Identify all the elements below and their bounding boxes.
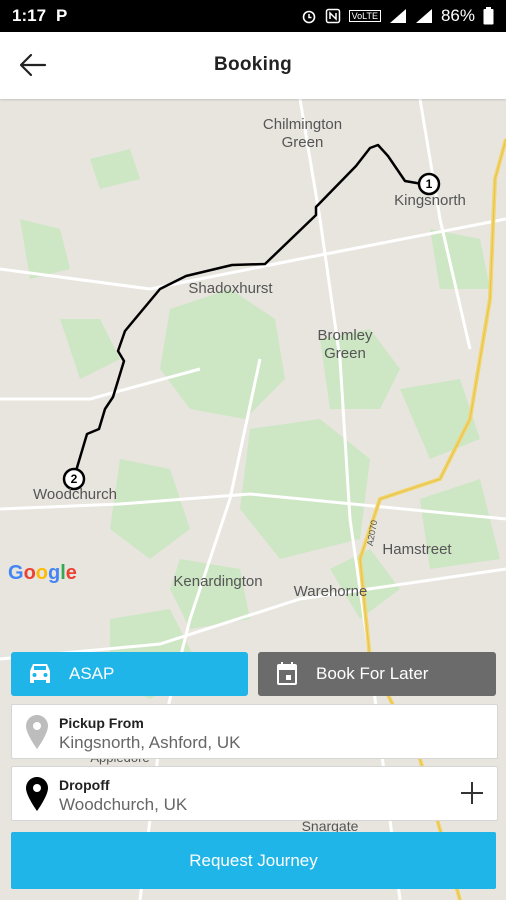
car-icon [30, 664, 50, 683]
place-kingsnorth: Kingsnorth [394, 192, 466, 209]
signal-icon [389, 9, 406, 23]
request-journey-button[interactable]: Request Journey [11, 832, 496, 889]
add-stop-icon[interactable] [459, 780, 485, 806]
status-time: 1:17 [12, 6, 47, 25]
app-bar: Booking [0, 32, 506, 99]
app-notification-icon: P [56, 6, 68, 25]
battery-level: 86% [440, 6, 475, 25]
page-title: Booking [213, 54, 293, 75]
status-bar: 1:17 P VoLTE 86% [0, 0, 506, 32]
place-woodchurch: Woodchurch [33, 486, 117, 503]
pickup-label: Pickup From [59, 715, 144, 731]
pickup-value: Kingsnorth, Ashford, UK [59, 733, 241, 752]
dropoff-field[interactable]: Dropoff Woodchurch, UK [11, 766, 498, 821]
battery-icon [483, 7, 494, 25]
signal-icon-2 [415, 9, 432, 23]
dropoff-label: Dropoff [59, 777, 110, 793]
place-hamstreet: Hamstreet [382, 541, 452, 558]
nfc-icon [325, 8, 340, 24]
dropoff-value: Woodchurch, UK [59, 795, 188, 814]
volte-badge: VoLTE [348, 10, 381, 22]
place-shadoxhurst: Shadoxhurst [188, 280, 273, 297]
asap-label: ASAP [69, 664, 115, 683]
status-icons: VoLTE 86% [301, 6, 494, 26]
place-bromley-green: Bromley Green [317, 327, 373, 362]
pickup-pin-icon [26, 715, 48, 749]
place-warehorne: Warehorne [293, 583, 368, 600]
google-logo: Google [8, 562, 77, 584]
book-later-label: Book For Later [316, 664, 429, 683]
marker-start-label: 1 [425, 177, 433, 191]
book-later-button[interactable]: Book For Later [258, 652, 496, 696]
alarm-icon [302, 10, 315, 24]
calendar-icon [277, 662, 297, 685]
place-chilmington: Chilmington Green [262, 116, 343, 151]
asap-button[interactable]: ASAP [11, 652, 248, 696]
place-kenardington: Kenardington [173, 573, 263, 590]
dropoff-pin-icon [26, 777, 48, 811]
pickup-field[interactable]: Pickup From Kingsnorth, Ashford, UK [11, 704, 498, 759]
